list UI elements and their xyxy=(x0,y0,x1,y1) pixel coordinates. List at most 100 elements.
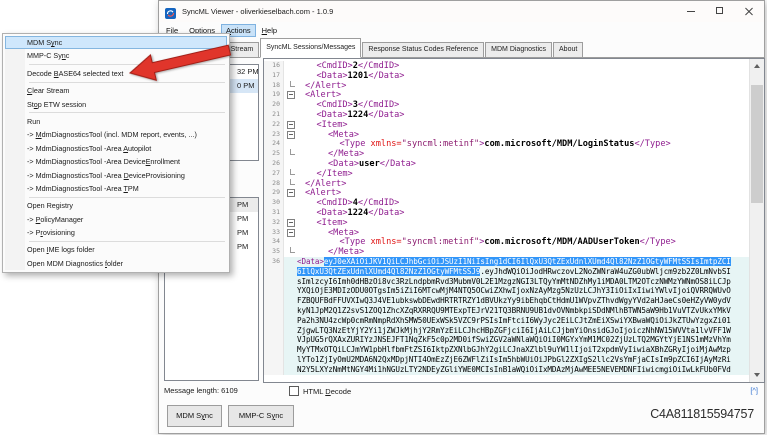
editor-line[interactable]: 32<Item> xyxy=(264,218,749,228)
vertical-scrollbar[interactable] xyxy=(749,59,764,382)
editor-line[interactable]: 18</Alert> xyxy=(264,81,749,91)
line-number xyxy=(264,326,284,336)
editor-line[interactable]: 26<Data>user</Data> xyxy=(264,159,749,169)
menu-item-stop-etw-session[interactable]: Stop ETW session xyxy=(3,98,229,111)
fold-margin xyxy=(284,365,297,375)
html-decode-label: HTML Decode xyxy=(303,387,351,396)
editor-line[interactable]: 16<CmdID>2</CmdID> xyxy=(264,61,749,71)
editor-wrapped-row[interactable]: Pa2h3NU4zcWp0cmRmNmpRdXhSMW50UExWSk5VZC9… xyxy=(264,316,749,326)
fold-margin xyxy=(284,286,297,296)
menu-item-mmp-c-sync[interactable]: MMP-C Sync xyxy=(3,49,229,62)
menu-item-mdmdiagnosticstool-area-tpm[interactable]: -> MdmDiagnosticsTool -Area TPM xyxy=(3,182,229,195)
menubar-item-help[interactable]: Help xyxy=(257,24,282,37)
editor-line[interactable]: 30<CmdID>4</CmdID> xyxy=(264,198,749,208)
line-number: 21 xyxy=(264,110,284,120)
line-number: 36 xyxy=(264,257,284,267)
tab-about[interactable]: About xyxy=(553,42,583,57)
fold-toggle-icon[interactable] xyxy=(284,90,297,100)
editor-line[interactable]: 34<Type xmlns="syncml:metinf">com.micros… xyxy=(264,237,749,247)
fold-margin xyxy=(284,316,297,326)
tab-response-status-codes-reference[interactable]: Response Status Codes Reference xyxy=(362,42,484,57)
editor-line[interactable]: 20<CmdID>3</CmdID> xyxy=(264,100,749,110)
fold-toggle-icon[interactable] xyxy=(284,188,297,198)
mdm-sync-button[interactable]: MDM Sync xyxy=(167,405,222,427)
fold-margin xyxy=(284,296,297,306)
tab-mdm-diagnostics[interactable]: MDM Diagnostics xyxy=(485,42,552,57)
maximize-button[interactable] xyxy=(706,1,735,22)
fold-margin xyxy=(284,169,297,179)
menu-item-mdmdiagnosticstool-incl-mdm-report-events[interactable]: -> MdmDiagnosticsTool (incl. MDM report,… xyxy=(3,128,229,141)
html-decode-checkbox[interactable] xyxy=(289,386,299,396)
editor-wrapped-row[interactable]: 6IlQxU3QtZExUdnlXUmd4Ql82NzZ1OGtyWFMtSSJ… xyxy=(264,267,749,277)
desktop: SyncML Viewer - oliverkieselbach.com - 1… xyxy=(0,0,767,435)
code-text: <Alert> xyxy=(297,188,749,198)
editor-line[interactable]: 28</Alert> xyxy=(264,179,749,189)
menu-item-decode-base64-selected-text[interactable]: Decode BASE64 selected text xyxy=(3,67,229,80)
editor-line[interactable]: 25</Meta> xyxy=(264,149,749,159)
editor-wrapped-row[interactable]: ZjgwLTQ3NzEtYjY2Yi1jZWJkMjhjY2RmYzEiLCJh… xyxy=(264,326,749,336)
menu-item-open-registry[interactable]: Open Registry xyxy=(3,199,229,212)
menu-item-open-mdm-diagnostics-folder[interactable]: Open MDM Diagnostics folder xyxy=(3,257,229,270)
scrollbar-thumb[interactable] xyxy=(751,85,763,203)
close-button[interactable] xyxy=(735,1,764,22)
code-text: </Alert> xyxy=(297,81,749,91)
menu-item-mdm-sync[interactable]: MDM Sync xyxy=(5,36,227,49)
editor-line[interactable]: 33<Meta> xyxy=(264,228,749,238)
editor-wrapped-row[interactable]: 36<Data>eyJ0eXAiOiJKV1QiLCJhbGciOiJSUzI1… xyxy=(264,257,749,267)
editor-wrapped-row[interactable]: sImlzcyI6Imh0dHBzOi8vc3RzLndpbmRvd3MubmV… xyxy=(264,277,749,287)
menu-item-open-ime-logs-folder[interactable]: Open IME logs folder xyxy=(3,243,229,256)
fold-toggle-icon[interactable] xyxy=(284,120,297,130)
menu-item-provisioning[interactable]: -> Provisioning xyxy=(3,226,229,239)
menu-item-run[interactable]: Run xyxy=(3,115,229,128)
editor-line[interactable]: 35</Meta> xyxy=(264,247,749,257)
menu-item-policymanager[interactable]: -> PolicyManager xyxy=(3,213,229,226)
scroll-down-icon[interactable] xyxy=(754,373,760,377)
scroll-to-top-link[interactable]: [^] xyxy=(750,386,758,395)
scroll-up-icon[interactable] xyxy=(754,64,760,68)
editor-line[interactable]: 24<Type xmlns="syncml:metinf">com.micros… xyxy=(264,139,749,149)
editor-line[interactable]: 21<Data>1224</Data> xyxy=(264,110,749,120)
menu-item-mdmdiagnosticstool-area-autopilot[interactable]: -> MdmDiagnosticsTool -Area Autopilot xyxy=(3,142,229,155)
editor-wrapped-row[interactable]: FZBQUFBdFFUVXIwQ3J4VE1ubkswbDEwdHRTRTRZY… xyxy=(264,296,749,306)
selected-base64-text: 6IlQxU3QtZExUdnlXUmd4Ql82NzZ1OGtyWFMtSSJ… xyxy=(297,267,480,276)
mmpc-sync-button[interactable]: MMP-C Sync xyxy=(228,405,294,427)
fold-toggle-icon[interactable] xyxy=(284,130,297,140)
fold-margin xyxy=(284,326,297,336)
html-decode-row: HTML Decode xyxy=(289,386,351,396)
fold-toggle-icon[interactable] xyxy=(284,228,297,238)
editor-wrapped-row[interactable]: N2Y5LXYzNmMtNGY4Mi1hNGUzLTY2NDEyZGliYWE0… xyxy=(264,365,749,375)
fold-margin xyxy=(284,277,297,287)
editor-line[interactable]: 31 <Data>1224</Data> xyxy=(264,208,749,218)
code-text: <Data>1224</Data> xyxy=(297,208,749,218)
tab-strip: Protocol StreamSyncML Sessions/MessagesR… xyxy=(159,38,764,58)
code-text: N2Y5LXYzNmMtNGY4Mi1hNGUzLTY2NDEyZGliYWE0… xyxy=(297,365,749,375)
line-number: 31 xyxy=(264,208,284,218)
menu-separator xyxy=(29,82,225,83)
editor-line[interactable]: 19<Alert> xyxy=(264,90,749,100)
menu-item-mdmdiagnosticstool-area-deviceprovisioning[interactable]: -> MdmDiagnosticsTool -Area DeviceProvis… xyxy=(3,169,229,182)
editor-wrapped-row[interactable]: VJpUG5rQXAxZURIYzJNSEJFT1NqZkF5c0p2MD0if… xyxy=(264,335,749,345)
editor-lines[interactable]: 16<CmdID>2</CmdID>17<Data>1201</Data>18<… xyxy=(264,61,749,375)
minimize-button[interactable] xyxy=(677,1,706,22)
fold-margin xyxy=(284,237,297,247)
line-number: 28 xyxy=(264,179,284,189)
syncml-editor[interactable]: 16<CmdID>2</CmdID>17<Data>1201</Data>18<… xyxy=(263,58,765,383)
tab-syncml-sessions-messages[interactable]: SyncML Sessions/Messages xyxy=(260,38,361,58)
editor-line[interactable]: 17<Data>1201</Data> xyxy=(264,71,749,81)
editor-wrapped-row[interactable]: kyN1JpM2Q1Z2svS1ZOQ1ZhcXZqRXRRQU9MTExpTE… xyxy=(264,306,749,316)
editor-line[interactable]: 23<Meta> xyxy=(264,130,749,140)
editor-wrapped-row[interactable]: lYTo1ZjIyOmU2MDA6N2QxMDpjNTI4OmEzZjE6ZWF… xyxy=(264,355,749,365)
menu-item-clear-stream[interactable]: Clear Stream xyxy=(3,84,229,97)
line-number: 17 xyxy=(264,71,284,81)
line-number xyxy=(264,316,284,326)
editor-wrapped-row[interactable]: MyYTMxOTQiLCJmYW1pbHlfbmFtZSI6IktpZXNlbG… xyxy=(264,345,749,355)
editor-wrapped-row[interactable]: YXQiOjE3MDIzODU0OTgsIm5iZiI6MTcwMjM4NTQ5… xyxy=(264,286,749,296)
editor-line[interactable]: 29 <Alert> xyxy=(264,188,749,198)
editor-line[interactable]: 22<Item> xyxy=(264,120,749,130)
fold-toggle-icon[interactable] xyxy=(284,218,297,228)
menu-item-mdmdiagnosticstool-area-deviceenrollment[interactable]: -> MdmDiagnosticsTool -Area DeviceEnroll… xyxy=(3,155,229,168)
minimize-icon xyxy=(687,11,695,12)
line-number: 29 xyxy=(264,188,284,198)
actions-context-menu: MDM SyncMMP-C Sync Decode BASE64 selected… xyxy=(2,33,230,273)
editor-line[interactable]: 27</Item> xyxy=(264,169,749,179)
